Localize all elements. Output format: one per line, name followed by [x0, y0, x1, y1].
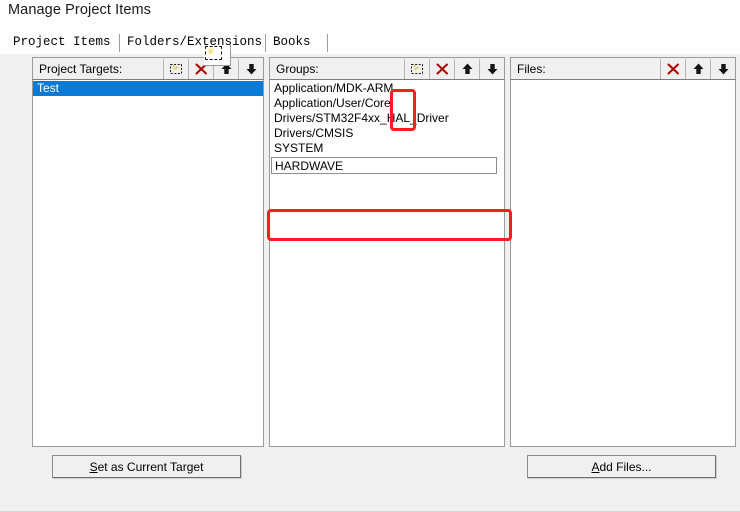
tab-divider [119, 34, 120, 52]
groups-delete-button[interactable] [429, 58, 454, 79]
files-move-down-button[interactable] [710, 58, 735, 79]
list-item-label: Drivers/STM32F4xx_HAL_Driver [274, 111, 449, 125]
add-files-button[interactable]: Add Files... [527, 455, 716, 478]
files-list[interactable] [510, 79, 736, 447]
set-as-current-target-button[interactable]: Set as Current Target [52, 455, 241, 478]
add-files-label: Add Files... [591, 460, 651, 474]
accel-key: S [89, 459, 98, 474]
list-item[interactable]: Test [33, 81, 263, 96]
targets-move-down-button[interactable] [238, 58, 263, 79]
groups-new-item-button[interactable] [404, 58, 429, 79]
files-panel: Files: [510, 57, 736, 447]
tab-books-label: Books [273, 35, 311, 49]
set-as-current-target-rest: et as Current Target [97, 459, 204, 474]
groups-header: Groups: [269, 57, 505, 79]
list-item-label: Test [37, 81, 60, 95]
list-item[interactable]: Application/MDK-ARM [270, 81, 504, 96]
list-item[interactable]: Application/User/Core [270, 96, 504, 111]
tab-folders-extensions[interactable]: Folders/Extensions [120, 32, 266, 53]
targets-new-item-button[interactable] [163, 58, 188, 79]
project-targets-panel: Project Targets: Test [32, 57, 264, 447]
tab-project-items-label: Project Items [13, 35, 111, 49]
list-item-label: Drivers/CMSIS [274, 126, 354, 140]
tab-strip: Project Items Folders/Extensions Books [0, 32, 740, 54]
files-delete-button[interactable] [660, 58, 685, 79]
list-item-label: SYSTEM [274, 141, 324, 155]
project-targets-list[interactable]: Test [32, 79, 264, 447]
tab-divider [327, 34, 328, 52]
sparkle-icon: ✳ [206, 46, 216, 58]
groups-move-up-button[interactable] [454, 58, 479, 79]
drag-insert-cursor-icon: ✳ [204, 45, 231, 66]
list-item[interactable]: Drivers/CMSIS [270, 126, 504, 141]
list-item-label: Application/User/Core [274, 96, 391, 110]
files-header: Files: [510, 57, 736, 79]
list-item[interactable]: Drivers/STM32F4xx_HAL_Driver [270, 111, 504, 126]
groups-move-down-button[interactable] [479, 58, 504, 79]
tab-project-items[interactable]: Project Items [6, 32, 120, 54]
project-targets-label: Project Targets: [39, 61, 123, 76]
add-files-rest: dd Files... [599, 459, 652, 474]
group-name-edit-value: HARDWAVE [275, 158, 344, 173]
groups-list[interactable]: Application/MDK-ARM Application/User/Cor… [269, 79, 505, 447]
group-name-edit-field[interactable]: HARDWAVE [271, 157, 497, 174]
files-label: Files: [517, 61, 546, 76]
list-item-label: Application/MDK-ARM [274, 81, 394, 95]
tab-books[interactable]: Books [266, 32, 328, 53]
set-as-current-target-label: Set as Current Target [90, 460, 204, 474]
list-item[interactable]: SYSTEM [270, 141, 504, 156]
files-move-up-button[interactable] [685, 58, 710, 79]
tab-folders-extensions-label: Folders/Extensions [127, 35, 263, 49]
groups-panel: Groups: Application/MDK-ARM Application/… [269, 57, 505, 447]
groups-label: Groups: [276, 61, 319, 76]
page-title: Manage Project Items [8, 2, 152, 18]
